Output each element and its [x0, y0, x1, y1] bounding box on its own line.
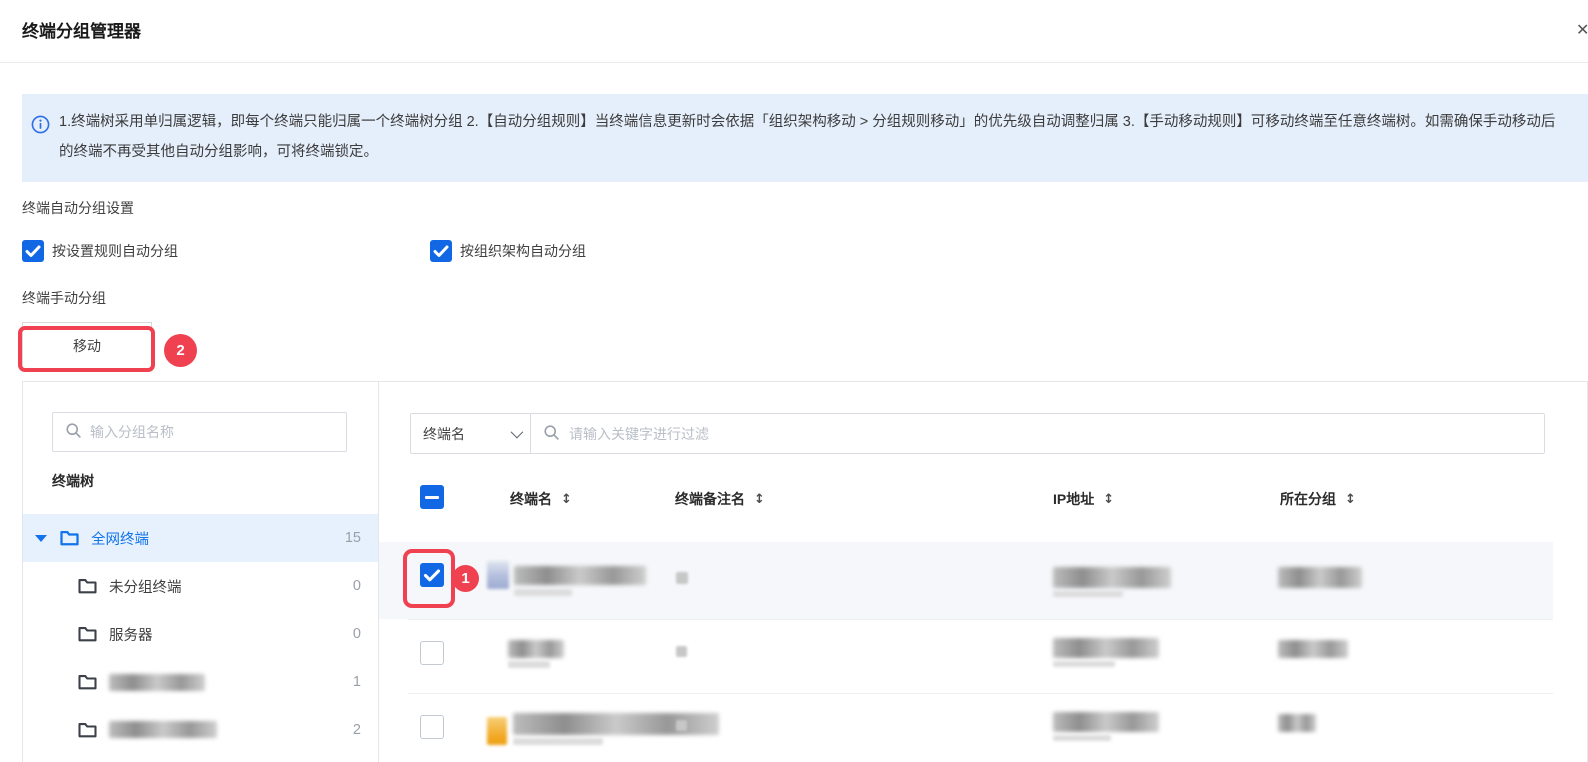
redacted-text	[1053, 712, 1159, 732]
annotation-badge-step1: 1	[452, 565, 479, 592]
banner-text: 1.终端树采用单归属逻辑，即每个终端只能归属一个终端树分组 2.【自动分组规则】…	[59, 114, 1556, 160]
chevron-down-icon	[510, 425, 524, 439]
tree-node-count: 2	[352, 722, 361, 738]
select-all-checkbox[interactable]	[420, 485, 444, 509]
filter-field-select[interactable]: 终端名	[411, 414, 531, 453]
tree-node-count: 0	[352, 626, 361, 642]
tree-node-label: 未分组终端	[109, 579, 182, 596]
tree-node-count: 15	[344, 530, 361, 546]
caret-down-icon[interactable]	[35, 534, 47, 542]
move-button[interactable]: 移动	[22, 322, 152, 370]
checkbox-label: 按组织架构自动分组	[460, 243, 586, 259]
checkbox-label: 按设置规则自动分组	[52, 243, 178, 259]
folder-icon	[78, 722, 97, 738]
header-divider	[0, 62, 1588, 63]
tree-node-ungrouped[interactable]: 未分组终端 0	[23, 562, 378, 610]
redacted-text	[508, 640, 564, 658]
sort-icon[interactable]: ↕	[1345, 492, 1356, 507]
redacted-text	[1278, 640, 1348, 658]
column-header-remark-name[interactable]: 终端备注名 ↕	[675, 489, 765, 509]
row-checkbox-unchecked[interactable]	[420, 641, 444, 665]
folder-icon	[78, 578, 97, 594]
redacted-text	[676, 572, 688, 584]
annotation-badge-step2: 2	[164, 334, 197, 367]
folder-icon	[78, 626, 97, 642]
checkbox-checked-icon[interactable]	[430, 240, 452, 262]
row-divider	[408, 693, 1553, 694]
terminal-group-manager-modal: 终端分组管理器 ✕ 1.终端树采用单归属逻辑，即每个终端只能归属一个终端树分组 …	[0, 0, 1588, 762]
auto-group-section-title: 终端自动分组设置	[22, 200, 134, 216]
filter-field-value: 终端名	[423, 425, 465, 442]
info-banner: 1.终端树采用单归属逻辑，即每个终端只能归属一个终端树分组 2.【自动分组规则】…	[22, 94, 1588, 182]
tree-node-label: 服务器	[109, 627, 153, 644]
close-icon[interactable]: ✕	[1576, 20, 1588, 40]
keyword-search-input[interactable]	[569, 425, 1532, 442]
redacted-text	[1053, 638, 1159, 658]
redacted-text	[676, 646, 687, 657]
redacted-text	[1053, 567, 1171, 588]
redacted-text	[508, 661, 550, 668]
sort-icon[interactable]: ↕	[1103, 492, 1114, 507]
redacted-text	[1053, 661, 1115, 667]
column-header-group[interactable]: 所在分组 ↕	[1280, 489, 1356, 509]
tree-node-redacted-1[interactable]: 1	[23, 658, 378, 706]
row-checkbox-checked[interactable]	[420, 563, 444, 587]
page-title: 终端分组管理器	[22, 22, 141, 41]
column-label: 终端名	[510, 491, 552, 507]
sort-icon[interactable]: ↕	[561, 492, 572, 507]
redacted-text	[514, 566, 646, 585]
info-icon	[31, 115, 50, 134]
manual-group-section-title: 终端手动分组	[22, 290, 106, 306]
sort-icon[interactable]: ↕	[754, 492, 765, 507]
tree-node-count: 1	[352, 674, 361, 690]
folder-icon	[78, 674, 97, 690]
checkbox-checked-icon[interactable]	[22, 240, 44, 262]
group-search-box[interactable]	[52, 412, 347, 452]
redacted-text	[109, 674, 205, 691]
column-label: 所在分组	[1280, 491, 1336, 507]
rule-auto-group-checkbox[interactable]: 按设置规则自动分组	[22, 240, 178, 262]
redacted-text	[1053, 591, 1123, 597]
column-header-ip[interactable]: IP地址 ↕	[1053, 489, 1114, 509]
search-icon	[65, 422, 82, 442]
tree-node-all-terminals[interactable]: 全网终端 15	[23, 514, 378, 562]
keyword-search-box[interactable]	[531, 414, 1544, 453]
row-divider	[408, 619, 1553, 620]
terminal-filter-bar: 终端名	[410, 413, 1545, 454]
row-checkbox-unchecked[interactable]	[420, 715, 444, 739]
tree-node-label: 全网终端	[91, 531, 149, 548]
redacted-text	[676, 720, 687, 731]
redacted-text	[1278, 714, 1316, 732]
redacted-text	[1278, 567, 1362, 588]
column-header-terminal-name[interactable]: 终端名 ↕	[510, 489, 572, 509]
redacted-text	[109, 721, 217, 738]
search-icon	[543, 424, 560, 444]
column-label: 终端备注名	[675, 491, 745, 507]
redacted-text	[514, 589, 572, 596]
redacted-text	[513, 738, 603, 745]
org-auto-group-checkbox[interactable]: 按组织架构自动分组	[430, 240, 586, 262]
terminal-avatar	[487, 561, 509, 589]
group-search-input[interactable]	[90, 424, 334, 440]
redacted-text	[1053, 735, 1111, 741]
terminal-avatar	[487, 717, 507, 745]
tree-node-servers[interactable]: 服务器 0	[23, 610, 378, 658]
tree-node-count: 0	[352, 578, 361, 594]
tree-node-redacted-2[interactable]: 2	[23, 706, 378, 754]
column-label: IP地址	[1053, 491, 1095, 507]
folder-icon	[60, 530, 79, 546]
redacted-text	[513, 713, 719, 735]
tree-title: 终端树	[52, 473, 94, 489]
